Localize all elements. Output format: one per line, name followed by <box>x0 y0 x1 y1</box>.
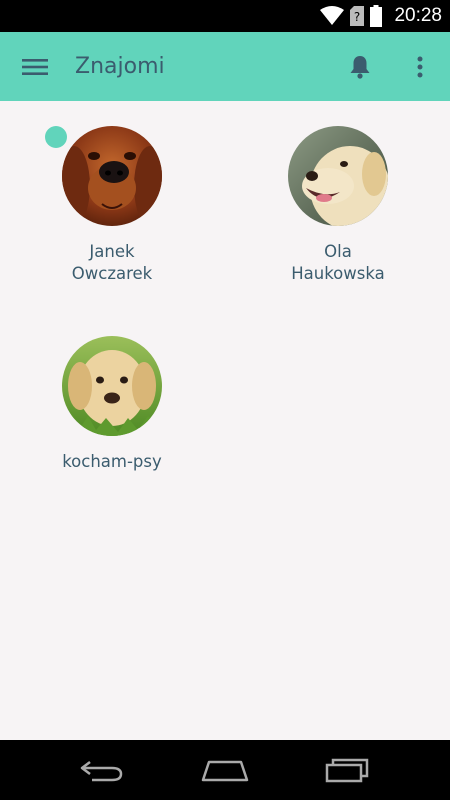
avatar[interactable] <box>62 336 162 436</box>
menu-button[interactable] <box>0 32 70 101</box>
status-bar: ? 20:28 <box>0 0 450 32</box>
avatar[interactable] <box>288 126 388 226</box>
home-button[interactable] <box>185 740 265 800</box>
recents-icon <box>326 758 369 783</box>
menu-icon <box>22 58 48 75</box>
status-time: 20:28 <box>394 5 442 26</box>
back-button[interactable] <box>62 740 142 800</box>
recents-button[interactable] <box>308 740 388 800</box>
app-bar: Znajomi <box>0 32 450 101</box>
friends-grid: Janek Owczarek Ola Haukowska kocham-psy <box>0 101 450 740</box>
friend-item[interactable]: Janek Owczarek <box>32 126 192 285</box>
page-title: Znajomi <box>75 54 165 79</box>
wifi-icon <box>320 6 345 26</box>
more-vert-icon <box>417 56 423 77</box>
friend-name: Ola Haukowska <box>291 242 385 283</box>
friend-item[interactable]: kocham-psy <box>32 336 192 473</box>
labrador-puppy-dog-avatar <box>62 336 162 436</box>
friend-item[interactable]: Ola Haukowska <box>258 126 418 285</box>
avatar[interactable] <box>62 126 162 226</box>
battery-icon <box>370 5 383 27</box>
red-setter-dog-avatar <box>62 126 162 226</box>
yellow-labrador-dog-avatar <box>288 126 388 226</box>
notifications-button[interactable] <box>330 32 390 101</box>
home-icon <box>201 760 249 782</box>
friend-name: kocham-psy <box>62 452 162 471</box>
svg-text:?: ? <box>354 10 360 24</box>
sim-unknown-icon: ? <box>350 6 365 26</box>
friend-name: Janek Owczarek <box>71 242 153 283</box>
more-options-button[interactable] <box>390 32 450 101</box>
system-nav-bar <box>0 740 450 800</box>
back-icon <box>80 761 122 782</box>
online-status-dot <box>45 126 67 148</box>
bell-icon <box>350 55 370 79</box>
